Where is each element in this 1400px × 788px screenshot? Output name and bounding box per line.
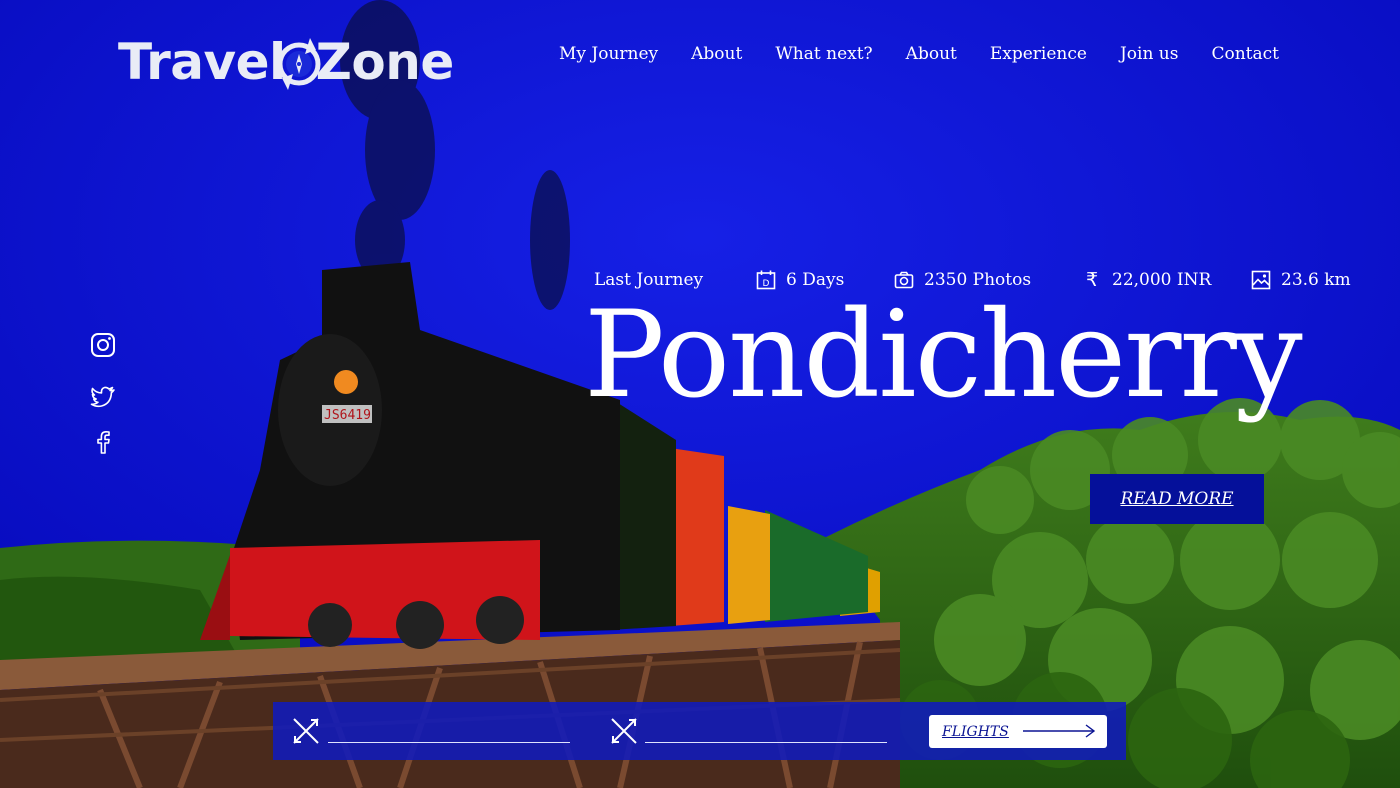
instagram-icon[interactable]: [90, 332, 116, 358]
nav-item-what-next[interactable]: What next?: [775, 44, 872, 64]
brand-logo[interactable]: Travel Zone: [118, 30, 454, 94]
departure-airplane-icon: [291, 716, 321, 746]
nav-item-experience[interactable]: Experience: [990, 44, 1087, 64]
to-input[interactable]: [645, 742, 887, 743]
nav-item-contact[interactable]: Contact: [1211, 44, 1279, 64]
flight-search-bar: FLIGHTS: [273, 702, 1126, 760]
brand-name-left: Travel: [118, 33, 286, 91]
engine-plate: JS6419: [324, 408, 371, 423]
nav-item-about-2[interactable]: About: [906, 44, 957, 64]
arrival-airplane-icon: [609, 716, 639, 746]
brand-name-right: Zone: [315, 33, 455, 91]
main-nav: My Journey About What next? About Experi…: [559, 44, 1279, 64]
facebook-icon[interactable]: [90, 429, 116, 455]
twitter-icon[interactable]: [90, 384, 116, 410]
destination-title: Pondicherry: [584, 286, 1303, 425]
from-input[interactable]: [328, 742, 570, 743]
nav-item-about[interactable]: About: [691, 44, 742, 64]
nav-item-my-journey[interactable]: My Journey: [559, 44, 658, 64]
compass-icon: [272, 32, 326, 96]
read-more-button[interactable]: READ MORE: [1090, 474, 1264, 524]
nav-item-join-us[interactable]: Join us: [1120, 44, 1179, 64]
flights-button-label: FLIGHTS: [942, 723, 1009, 740]
flights-button[interactable]: FLIGHTS: [929, 715, 1107, 748]
arrow-right-icon: [1023, 724, 1097, 738]
